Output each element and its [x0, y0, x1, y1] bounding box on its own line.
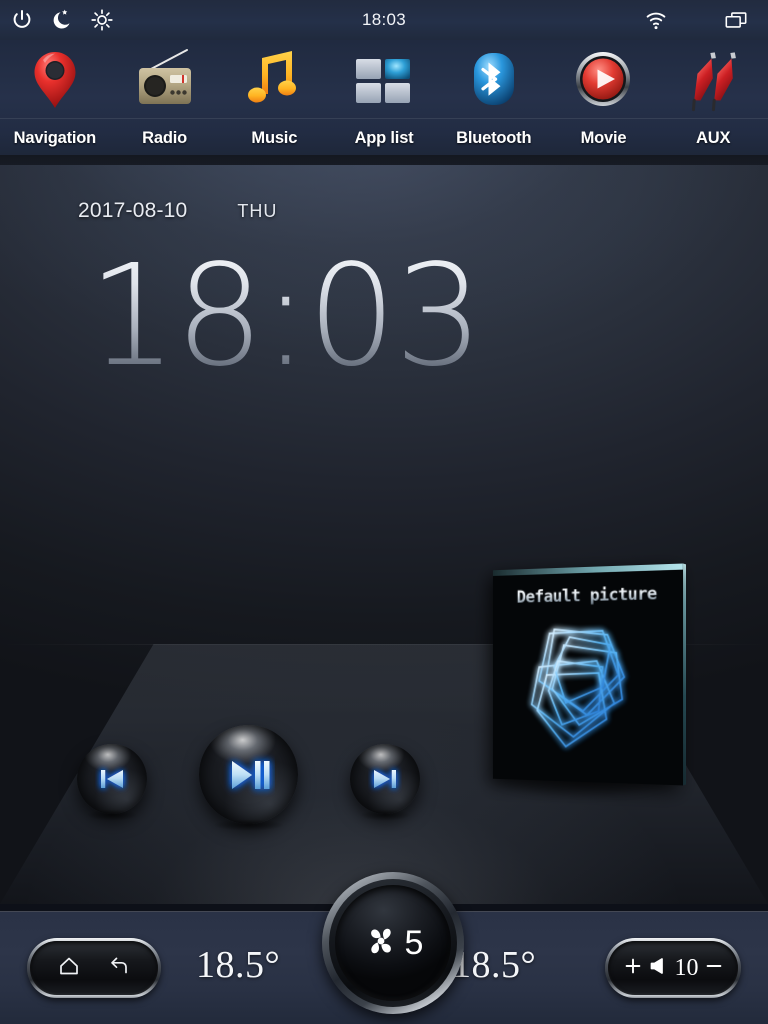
volume-up-icon[interactable]: [623, 956, 643, 981]
top-navigation-bar: Navigation Radio Music App list Bluetoot…: [0, 40, 768, 159]
fan-knob-face: 5: [335, 885, 451, 1001]
home-icon[interactable]: [56, 953, 82, 984]
play-pause-icon: [199, 725, 298, 824]
aux-plug-icon: [658, 40, 768, 118]
nav-item-label: Movie: [580, 129, 627, 147]
temperature-left[interactable]: 18.5°: [196, 938, 280, 992]
volume-pill[interactable]: 10: [605, 938, 741, 998]
album-wireframe-artwork: [511, 613, 662, 767]
nav-item-bluetooth[interactable]: Bluetooth: [439, 40, 549, 159]
app-grid-icon: [329, 40, 439, 118]
status-bar: 18:03: [0, 0, 768, 40]
nav-item-label: Navigation: [13, 129, 97, 147]
nav-item-app-list[interactable]: App list: [329, 40, 439, 159]
temperature-right[interactable]: 18.5°: [452, 938, 536, 992]
album-title: Default picture: [493, 583, 683, 608]
recent-apps-icon[interactable]: [724, 8, 748, 32]
nav-item-movie[interactable]: Movie: [549, 40, 659, 159]
big-clock-time: 18:03: [88, 235, 483, 398]
date-value: 2017-08-10: [78, 199, 188, 222]
nav-bottom-shadow: [0, 155, 768, 165]
home-stage: 2017-08-10 THU 18:03 Default picture: [0, 159, 768, 904]
speaker-icon: [648, 955, 670, 982]
nav-item-music[interactable]: Music: [219, 40, 329, 159]
previous-icon: [77, 744, 147, 814]
fan-icon: [363, 923, 399, 964]
nav-item-label: AUX: [696, 129, 731, 147]
navigation-pill[interactable]: [27, 938, 161, 998]
fan-knob-ring: 5: [329, 879, 457, 1007]
nav-item-radio[interactable]: Radio: [110, 40, 220, 159]
radio-icon: [110, 40, 220, 118]
album-cover: Default picture: [492, 563, 687, 786]
volume-down-icon[interactable]: [704, 956, 724, 981]
music-note-icon: [219, 40, 329, 118]
bluetooth-icon: [439, 40, 549, 118]
nav-item-label: Radio: [142, 129, 187, 147]
fan-speed-knob[interactable]: 5: [322, 872, 464, 1014]
bottom-control-bar: 18.5° 5 18.5° 10: [0, 872, 768, 1024]
fan-speed-value: 5: [404, 924, 424, 962]
infotainment-screen: 18:03 Navigation Radio Music App list Bl…: [0, 0, 768, 1024]
clock-widget[interactable]: 2017-08-10 THU 18:03: [78, 199, 483, 398]
nav-item-aux[interactable]: AUX: [658, 40, 768, 159]
back-arrow-icon[interactable]: [106, 953, 132, 984]
album-art-widget[interactable]: Default picture: [487, 563, 692, 786]
play-pause-button[interactable]: [199, 725, 298, 833]
nav-item-label: Music: [251, 129, 298, 147]
previous-track-button[interactable]: [77, 744, 147, 823]
nav-item-label: App list: [354, 129, 414, 147]
top-nav-items: Navigation Radio Music App list Bluetoot…: [0, 40, 768, 159]
nav-item-navigation[interactable]: Navigation: [0, 40, 110, 159]
next-track-button[interactable]: [350, 744, 420, 823]
wifi-icon[interactable]: [644, 8, 668, 32]
date-row: 2017-08-10 THU: [78, 199, 481, 223]
next-icon: [350, 744, 420, 814]
status-bar-right-icons: [644, 0, 748, 40]
volume-value: 10: [674, 955, 699, 981]
album-top-highlight: [492, 563, 684, 577]
nav-item-label: Bluetooth: [456, 129, 532, 147]
album-spine-edge: [683, 563, 687, 786]
nav-divider: [0, 118, 768, 119]
map-pin-icon: [0, 40, 110, 118]
weekday-value: THU: [237, 201, 278, 221]
play-circle-icon: [549, 40, 659, 118]
